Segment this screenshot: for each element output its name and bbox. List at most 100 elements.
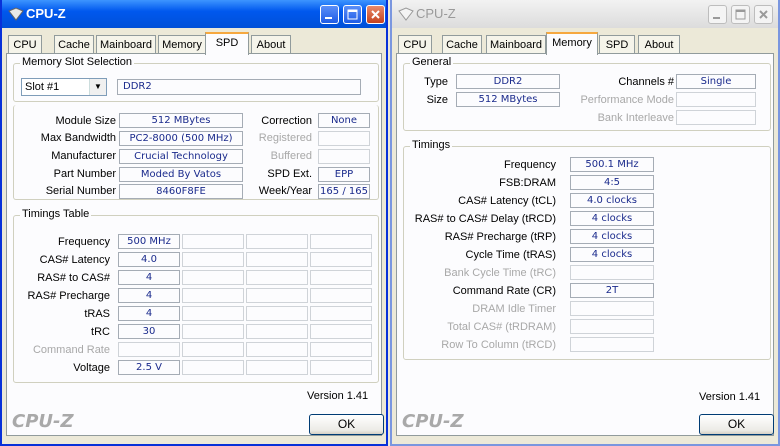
timing-row-empty-cell xyxy=(310,306,372,321)
timing-row-empty-cell xyxy=(246,324,308,339)
tab-memory[interactable]: Memory xyxy=(158,35,206,54)
timing-row-label: Voltage xyxy=(73,362,110,374)
memory-type-field: DDR2 xyxy=(117,79,361,95)
cpuz-app-icon xyxy=(8,7,24,21)
timing-row-value: 4.0 xyxy=(118,252,180,267)
timing-row-empty-cell xyxy=(246,270,308,285)
ok-button[interactable]: OK xyxy=(309,414,384,435)
timing-row-value xyxy=(570,301,654,316)
group-title: Memory Slot Selection xyxy=(20,56,135,68)
slot-select-value: Slot #1 xyxy=(25,81,60,93)
channels-label: Channels # xyxy=(618,76,674,88)
timing-row-label: RAS# to CAS# xyxy=(37,272,110,284)
timing-row-label: CAS# Latency xyxy=(39,254,110,266)
timing-row-empty-cell xyxy=(310,288,372,303)
manufacturer-label: Manufacturer xyxy=(51,150,116,162)
tab-cpu[interactable]: CPU xyxy=(398,35,432,54)
size-field: 512 MBytes xyxy=(456,92,560,107)
tab-mainboard[interactable]: Mainboard xyxy=(486,35,546,54)
timing-row-empty-cell xyxy=(182,360,244,375)
minimize-button[interactable] xyxy=(320,5,339,24)
group-title: Timings xyxy=(410,139,453,151)
buffered-label: Buffered xyxy=(270,150,312,162)
correction-field: None xyxy=(318,113,370,128)
timing-row-value: 4 clocks xyxy=(570,211,654,226)
timing-row-empty-cell xyxy=(182,342,244,357)
maximize-button[interactable] xyxy=(343,5,362,24)
timing-row-value: 4 clocks xyxy=(570,229,654,244)
tab-cache[interactable]: Cache xyxy=(54,35,94,54)
timing-row-empty-cell xyxy=(310,342,372,357)
timing-row-value: 4 xyxy=(118,306,180,321)
timing-row-label: Command Rate xyxy=(32,344,110,356)
slot-select[interactable]: Slot #1 ▼ xyxy=(21,78,107,96)
timing-row-empty-cell xyxy=(310,270,372,285)
maximize-button[interactable] xyxy=(731,5,750,24)
tab-mainboard[interactable]: Mainboard xyxy=(96,35,156,54)
timing-row-empty-cell xyxy=(246,306,308,321)
timing-row-label: Bank Cycle Time (tRC) xyxy=(444,267,556,279)
timing-row-value xyxy=(570,265,654,280)
timing-row-empty-cell xyxy=(246,360,308,375)
tab-spd[interactable]: SPD xyxy=(205,32,249,55)
timing-row-value: 30 xyxy=(118,324,180,339)
version-label: Version 1.41 xyxy=(307,390,369,402)
title-bar[interactable]: CPU-Z xyxy=(392,0,778,28)
timing-row-value: 4 clocks xyxy=(570,247,654,262)
week-year-label: Week/Year xyxy=(258,185,312,197)
timing-row-value: 2T xyxy=(570,283,654,298)
timing-row-value: 500.1 MHz xyxy=(570,157,654,172)
tab-spd[interactable]: SPD xyxy=(599,35,635,54)
timing-row-label: tRAS xyxy=(84,308,110,320)
timing-row-empty-cell xyxy=(246,288,308,303)
group-title: Timings Table xyxy=(20,208,92,220)
timing-row-value: 2.5 V xyxy=(118,360,180,375)
size-label: Size xyxy=(426,94,448,106)
memory-panel: General Type DDR2 Size 512 MBytes Channe… xyxy=(396,53,774,436)
module-size-label: Module Size xyxy=(55,115,116,127)
module-size-field: 512 MBytes xyxy=(119,113,243,128)
spd-panel: Memory Slot Selection Slot #1 ▼ DDR2 Mod… xyxy=(6,53,382,436)
timings-group: Timings Frequency 500.1 MHz FSB:DRAM 4:5 CAS… xyxy=(403,139,771,360)
cpuz-logo: CPU-Z xyxy=(12,411,74,432)
correction-label: Correction xyxy=(261,115,312,127)
timing-row-label: Total CAS# (tRDRAM) xyxy=(447,321,556,333)
minimize-button[interactable] xyxy=(708,5,727,24)
tab-strip: CPU Cache Mainboard Memory SPD About xyxy=(396,32,774,55)
chevron-down-icon[interactable]: ▼ xyxy=(89,79,106,95)
timing-row-empty-cell xyxy=(246,342,308,357)
timing-row-value: 500 MHz xyxy=(118,234,180,249)
tab-about[interactable]: About xyxy=(251,35,291,54)
timing-row-empty-cell xyxy=(182,270,244,285)
tab-cpu[interactable]: CPU xyxy=(8,35,42,54)
timing-row-label: Frequency xyxy=(504,159,556,171)
tab-about[interactable]: About xyxy=(638,35,680,54)
tab-cache[interactable]: Cache xyxy=(442,35,482,54)
memory-slot-group: Memory Slot Selection Slot #1 ▼ DDR2 xyxy=(13,56,379,102)
type-field: DDR2 xyxy=(456,74,560,89)
cpuz-window-memory: CPU-Z CPU Cache Mainboard Memory SPD Abo… xyxy=(390,0,780,446)
spd-ext-label: SPD Ext. xyxy=(267,168,312,180)
timing-row-empty-cell xyxy=(310,360,372,375)
timing-row-label: Row To Column (tRCD) xyxy=(441,339,556,351)
timing-row-empty-cell xyxy=(246,252,308,267)
ok-button[interactable]: OK xyxy=(699,414,774,435)
timing-row-label: RAS# to CAS# Delay (tRCD) xyxy=(414,213,556,225)
timing-row-value: 4.0 clocks xyxy=(570,193,654,208)
close-button[interactable] xyxy=(366,5,385,24)
timing-row-empty-cell xyxy=(310,324,372,339)
timing-row-label: Frequency xyxy=(58,236,110,248)
timing-row-empty-cell xyxy=(182,234,244,249)
week-year-field: 165 / 165 xyxy=(318,184,370,199)
timing-row-label: tRC xyxy=(91,326,110,338)
window-title: CPU-Z xyxy=(416,6,456,21)
tab-memory[interactable]: Memory xyxy=(546,32,598,55)
serial-number-field: 8460F8FE xyxy=(119,184,243,199)
timings-table-group: Timings Table Frequency 500 MHz CAS# Laten… xyxy=(13,208,379,383)
timing-row-empty-cell xyxy=(182,324,244,339)
channels-field: Single xyxy=(676,74,756,89)
timing-row-value: 4 xyxy=(118,270,180,285)
tab-strip: CPU Cache Mainboard Memory SPD About xyxy=(6,32,382,55)
title-bar[interactable]: CPU-Z xyxy=(2,0,386,28)
close-button[interactable] xyxy=(754,5,773,24)
